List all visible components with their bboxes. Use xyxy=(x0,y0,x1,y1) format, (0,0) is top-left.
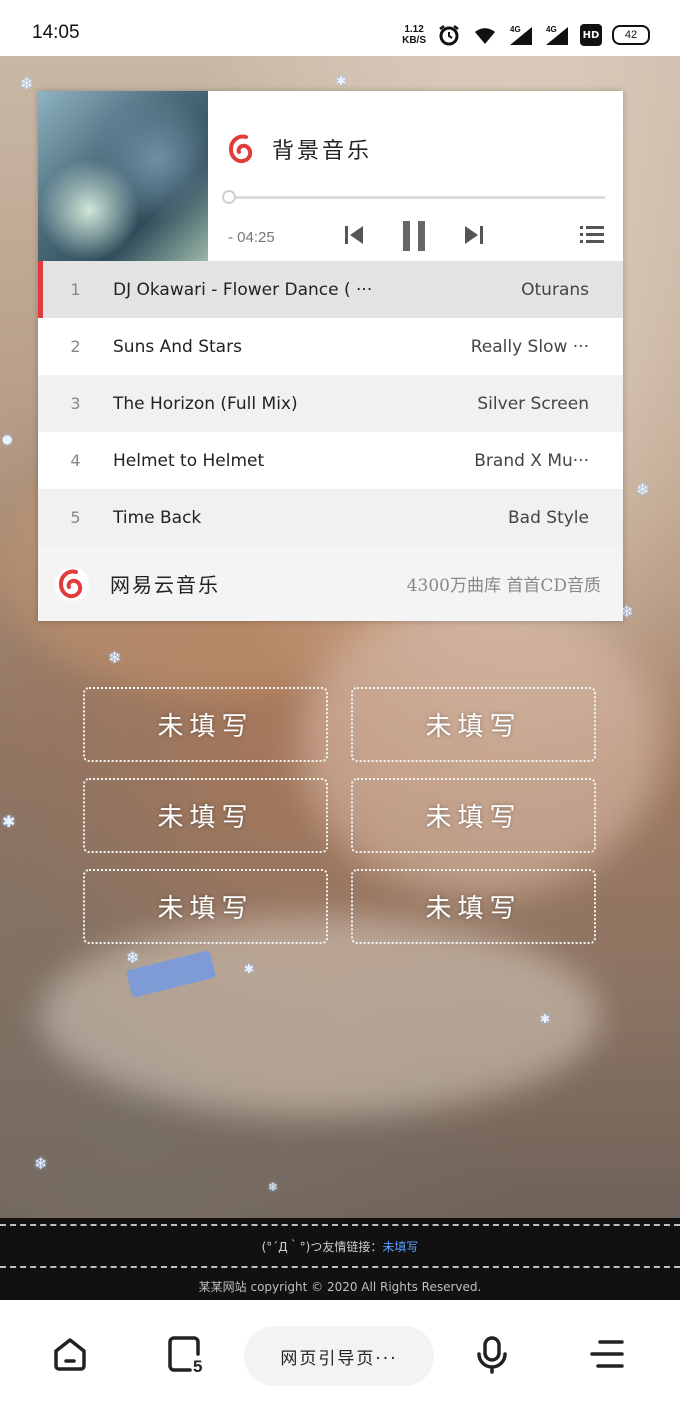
friend-links: (°´Д｀°)つ友情链接：未填写 xyxy=(0,1238,680,1255)
snowflake-icon: ✱ xyxy=(2,812,16,831)
track-row[interactable]: 3 The Horizon (Full Mix) Silver Screen xyxy=(38,375,623,432)
track-title: Suns And Stars xyxy=(113,336,242,357)
link-button[interactable]: 未填写 xyxy=(351,869,596,944)
address-bar[interactable]: 网页引导页··· xyxy=(244,1326,434,1386)
signal-1-label: 4G xyxy=(510,25,521,34)
track-title: Helmet to Helmet xyxy=(113,450,265,471)
link-button[interactable]: 未填写 xyxy=(351,687,596,762)
microphone-icon xyxy=(477,1336,507,1374)
snowflake-icon: ❄ xyxy=(268,1180,279,1194)
home-icon xyxy=(54,1338,86,1371)
track-number: 5 xyxy=(70,508,81,527)
snowflake-icon: ● xyxy=(2,432,13,446)
browser-bottom-nav: 5 网页引导页··· xyxy=(0,1300,680,1413)
track-row[interactable]: 4 Helmet to Helmet Brand X Mu··· xyxy=(38,432,623,489)
divider xyxy=(0,1224,680,1226)
track-title: The Horizon (Full Mix) xyxy=(113,393,298,414)
snowflake-icon: ✱ xyxy=(540,1012,551,1026)
track-artist: Bad Style xyxy=(508,507,589,528)
bg-shape xyxy=(40,916,600,1116)
track-title: Time Back xyxy=(113,507,202,528)
track-row[interactable]: 2 Suns And Stars Really Slow ··· xyxy=(38,318,623,375)
playlist-icon xyxy=(580,226,604,243)
net-speed: 1.12 KB/S xyxy=(402,24,426,46)
alarm-icon xyxy=(439,25,459,46)
track-artist: Oturans xyxy=(521,279,589,300)
tabs-icon: 5 xyxy=(168,1336,202,1376)
divider xyxy=(0,1266,680,1268)
next-button[interactable] xyxy=(462,221,486,249)
progress-knob[interactable] xyxy=(222,190,236,204)
signal-icon-1: 4G xyxy=(510,25,532,45)
snowflake-icon: ✱ xyxy=(336,74,347,88)
music-player: 背景音乐 - 04:25 1 DJ Okawari - Flower Dance… xyxy=(38,91,623,621)
previous-button[interactable] xyxy=(342,221,366,249)
copyright: 某某网站 copyright © 2020 All Rights Reserve… xyxy=(198,1280,482,1294)
progress-bar[interactable] xyxy=(222,190,605,204)
signal-icon-2: 4G xyxy=(546,25,568,45)
track-artist: Brand X Mu··· xyxy=(474,450,589,471)
time-remaining: - 04:25 xyxy=(228,229,275,246)
track-number: 4 xyxy=(70,451,81,470)
skip-previous-icon xyxy=(345,226,363,244)
netease-name: 网易云音乐 xyxy=(110,573,220,597)
track-number: 1 xyxy=(70,280,81,299)
pause-button[interactable] xyxy=(400,219,428,253)
menu-icon xyxy=(590,1340,624,1368)
snowflake-icon: ✱ xyxy=(244,962,255,976)
track-artist: Silver Screen xyxy=(477,393,589,414)
menu-button[interactable] xyxy=(584,1330,632,1378)
hd-badge: HD xyxy=(580,24,602,46)
netease-tagline: 4300万曲库 首首CD音质 xyxy=(406,576,601,596)
link-button[interactable]: 未填写 xyxy=(83,687,328,762)
netease-logo-icon xyxy=(225,132,259,166)
friend-links-label: (°´Д｀°)つ友情链接： xyxy=(261,1240,383,1254)
friend-link[interactable]: 未填写 xyxy=(382,1240,418,1254)
track-artist: Really Slow ··· xyxy=(470,336,589,357)
status-bar: 14:05 1.12 KB/S 4G 4G HD 42 xyxy=(0,0,680,56)
site-footer: (°´Д｀°)つ友情链接：未填写 某某网站 copyright © 2020 A… xyxy=(0,1218,680,1300)
track-list: 1 DJ Okawari - Flower Dance ( ··· Oturan… xyxy=(38,261,623,546)
link-button[interactable]: 未填写 xyxy=(351,778,596,853)
wifi-icon xyxy=(475,28,495,44)
player-brand: 背景音乐 xyxy=(224,131,372,167)
snowflake-icon: ❄ xyxy=(126,948,140,967)
link-button[interactable]: 未填写 xyxy=(83,778,328,853)
track-row[interactable]: 1 DJ Okawari - Flower Dance ( ··· Oturan… xyxy=(38,261,623,318)
status-icons: 1.12 KB/S 4G 4G HD 42 xyxy=(402,20,650,50)
snowflake-icon: ❄ xyxy=(636,480,650,499)
track-row[interactable]: 5 Time Back Bad Style xyxy=(38,489,623,546)
pause-icon xyxy=(403,221,425,251)
net-speed-unit: KB/S xyxy=(402,35,426,46)
netease-logo-icon xyxy=(55,566,89,601)
tabs-count: 5 xyxy=(193,1357,202,1376)
skip-next-icon xyxy=(465,226,483,244)
voice-button[interactable] xyxy=(468,1330,516,1378)
playlist-button[interactable] xyxy=(578,221,606,249)
tabs-button[interactable]: 5 xyxy=(162,1330,210,1378)
net-speed-value: 1.12 xyxy=(404,24,424,35)
status-time: 14:05 xyxy=(32,22,80,43)
track-number: 2 xyxy=(70,337,81,356)
battery-icon: 42 xyxy=(612,25,650,45)
snowflake-icon: ❄ xyxy=(34,1154,48,1173)
track-title: DJ Okawari - Flower Dance ( ··· xyxy=(113,279,373,300)
snowflake-icon: ❄ xyxy=(108,648,122,667)
player-title: 背景音乐 xyxy=(272,139,373,164)
signal-2-label: 4G xyxy=(546,25,557,34)
player-footer[interactable]: 网易云音乐 4300万曲库 首首CD音质 xyxy=(38,546,623,621)
album-cover xyxy=(38,91,208,261)
link-button[interactable]: 未填写 xyxy=(83,869,328,944)
track-number: 3 xyxy=(70,394,81,413)
home-button[interactable] xyxy=(46,1330,94,1378)
snowflake-icon: ❄ xyxy=(20,74,34,93)
